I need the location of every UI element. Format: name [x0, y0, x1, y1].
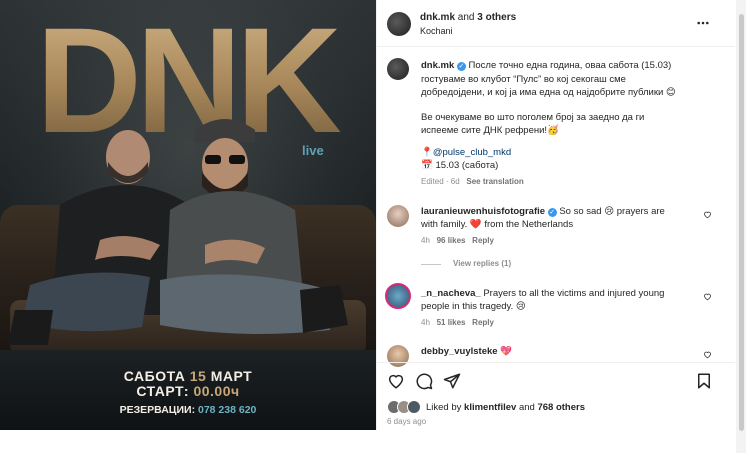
two-men-illustration — [8, 119, 348, 345]
post-header-title: dnk.mk and 3 others — [420, 12, 517, 23]
heart-icon[interactable] — [387, 372, 405, 390]
comment-3-username[interactable]: debby_vuylsteke — [421, 346, 498, 357]
page-scrollbar-thumb[interactable] — [739, 14, 744, 431]
poster-start-time: СТАРТ: 00.00ч — [136, 383, 240, 399]
verified-badge-icon: ✓ — [547, 208, 557, 217]
poster-reservations: РЕЗЕРВАЦИИ: 078 238 620 — [119, 404, 257, 416]
bookmark-icon[interactable] — [695, 372, 713, 390]
poster-date: САБОТА 15 МАРТ — [123, 368, 253, 384]
comment-icon[interactable] — [415, 372, 433, 390]
right-man — [160, 119, 348, 334]
comment-2-reply-button[interactable]: Reply — [472, 318, 494, 327]
author-avatar[interactable] — [387, 12, 411, 36]
comment-1-line-2: with family. ❤️ from the Netherlands — [421, 219, 574, 230]
verified-badge-icon: ✓ — [456, 62, 466, 71]
commenter-avatar[interactable] — [387, 345, 409, 367]
comment-1-likes[interactable]: 96 likes — [437, 236, 466, 245]
header-divider — [377, 46, 735, 47]
collaborators-link[interactable]: 3 others — [477, 12, 516, 23]
post-timestamp: 6 days ago — [387, 417, 427, 426]
post-location[interactable]: Kochani — [420, 26, 453, 36]
comment-like-heart-icon[interactable] — [703, 350, 712, 359]
caption-avatar[interactable] — [387, 58, 409, 80]
view-replies-button[interactable]: View replies (1) — [453, 259, 511, 268]
liked-by-avatars[interactable] — [387, 400, 427, 414]
caption-meta: Edited · 6d See translation — [421, 177, 524, 186]
caption-date-line: 📅 15.03 (сабота) — [421, 160, 499, 171]
comment-1-username[interactable]: lauranieuwenhuisfotografie — [421, 206, 545, 217]
actions-divider — [377, 362, 735, 363]
caption-line-3: добредојдени, и кој ја има една од најдо… — [421, 87, 676, 98]
share-icon[interactable] — [443, 372, 461, 390]
caption-mention[interactable]: 📍@pulse_club_mkd — [421, 147, 511, 158]
caption-line-4: Ве очекуваме во што поголем број за заед… — [421, 112, 645, 123]
liker-username[interactable]: klimentfilev — [464, 402, 516, 413]
comment-2-username[interactable]: _n_nacheva_ — [421, 288, 481, 299]
caption-line-2: гостуваме во клубот “Пулс” во кој секога… — [421, 74, 626, 85]
caption-username[interactable]: dnk.mk — [421, 60, 454, 71]
author-username[interactable]: dnk.mk — [420, 12, 455, 23]
comment-like-heart-icon[interactable] — [703, 210, 712, 219]
caption-line-1: dnk.mk ✓ После точно една година, оваа с… — [421, 60, 672, 71]
comment-2-line-1: _n_nacheva_ Prayers to all the victims a… — [421, 288, 665, 299]
comment-2-line-2: people in this tragedy. 😢 — [421, 301, 526, 312]
likes-summary: Liked by klimentfilev and 768 others — [426, 402, 585, 413]
post-image[interactable]: DNK live САБОТА 15 МАРТ СТАРТ: 00.00ч РЕ… — [0, 0, 376, 430]
see-translation-link[interactable]: See translation — [466, 177, 523, 186]
commenter-avatar[interactable] — [385, 283, 411, 309]
comment-2-likes[interactable]: 51 likes — [437, 318, 466, 327]
comment-2-meta: 4h 51 likes Reply — [421, 318, 494, 327]
caption-line-5: испееме сите ДНК рефрени!🥳 — [421, 125, 559, 136]
more-horizontal-icon[interactable] — [697, 21, 709, 25]
liker-avatar — [407, 400, 421, 414]
comment-1-reply-button[interactable]: Reply — [472, 236, 494, 245]
comment-1-meta: 4h 96 likes Reply — [421, 236, 494, 245]
view-replies-line — [421, 264, 441, 265]
comment-like-heart-icon[interactable] — [703, 292, 712, 301]
likes-others-link[interactable]: 768 others — [537, 402, 585, 413]
post-side-panel: dnk.mk and 3 others Kochani dnk.mk ✓ Пос… — [376, 0, 735, 430]
commenter-avatar[interactable] — [387, 205, 409, 227]
comment-3-line-1: debby_vuylsteke 💖 — [421, 346, 513, 357]
comment-1-line-1: lauranieuwenhuisfotografie ✓ So so sad 😢… — [421, 206, 665, 217]
